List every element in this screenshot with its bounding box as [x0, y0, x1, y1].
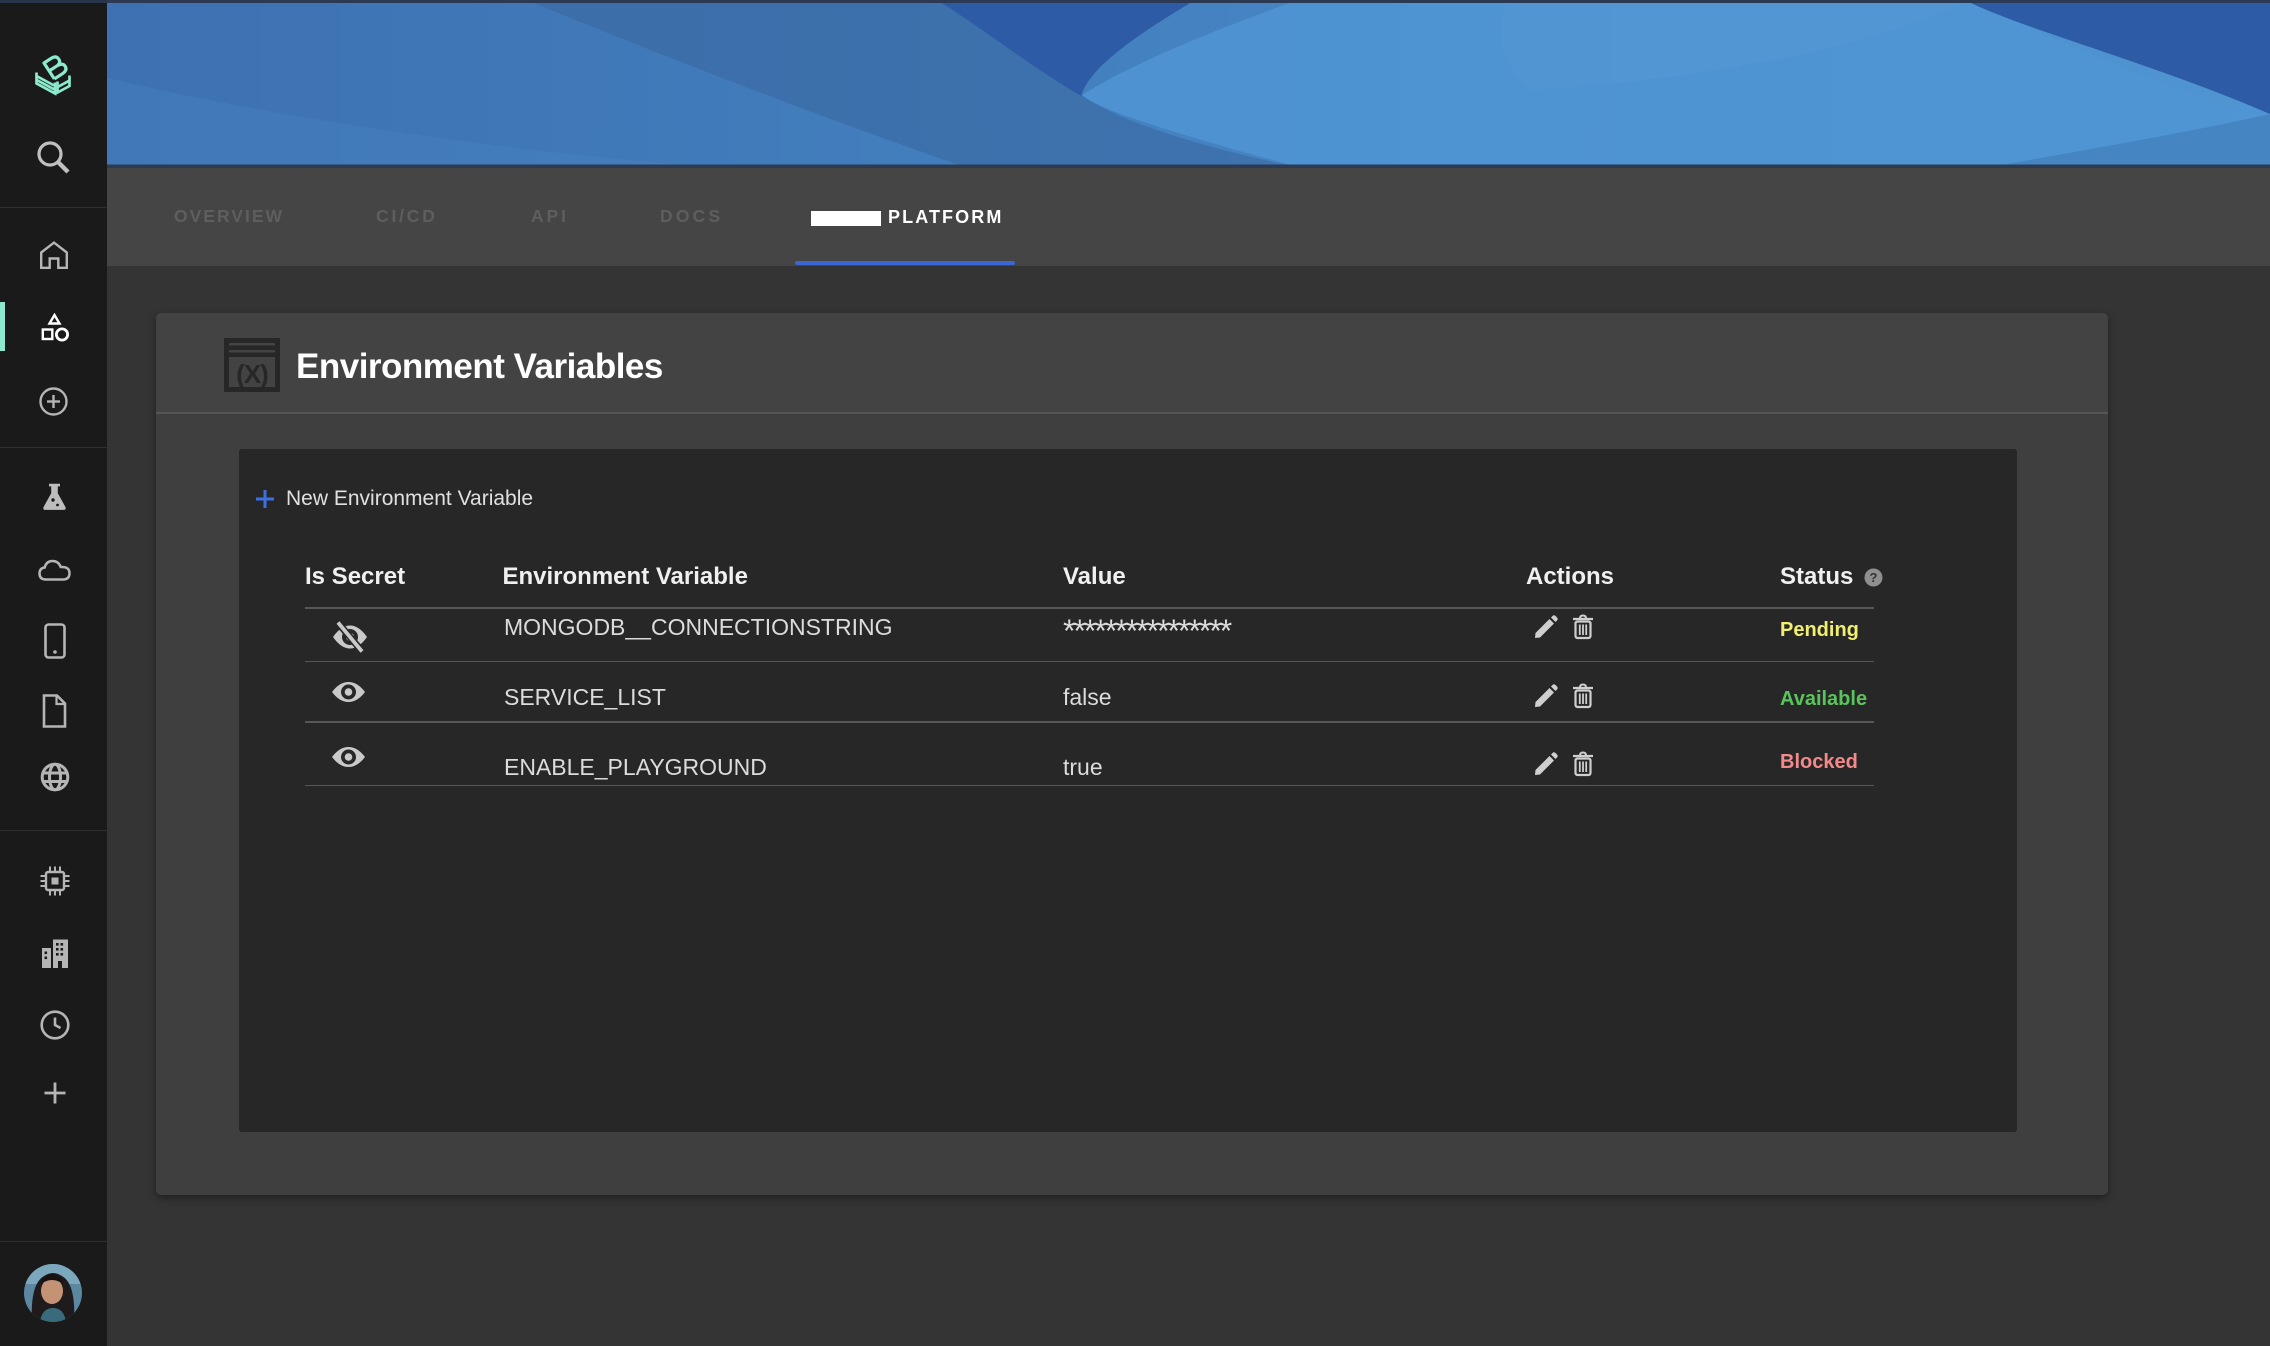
svg-text:(X): (X) [236, 359, 268, 389]
svg-text:?: ? [1870, 570, 1878, 585]
